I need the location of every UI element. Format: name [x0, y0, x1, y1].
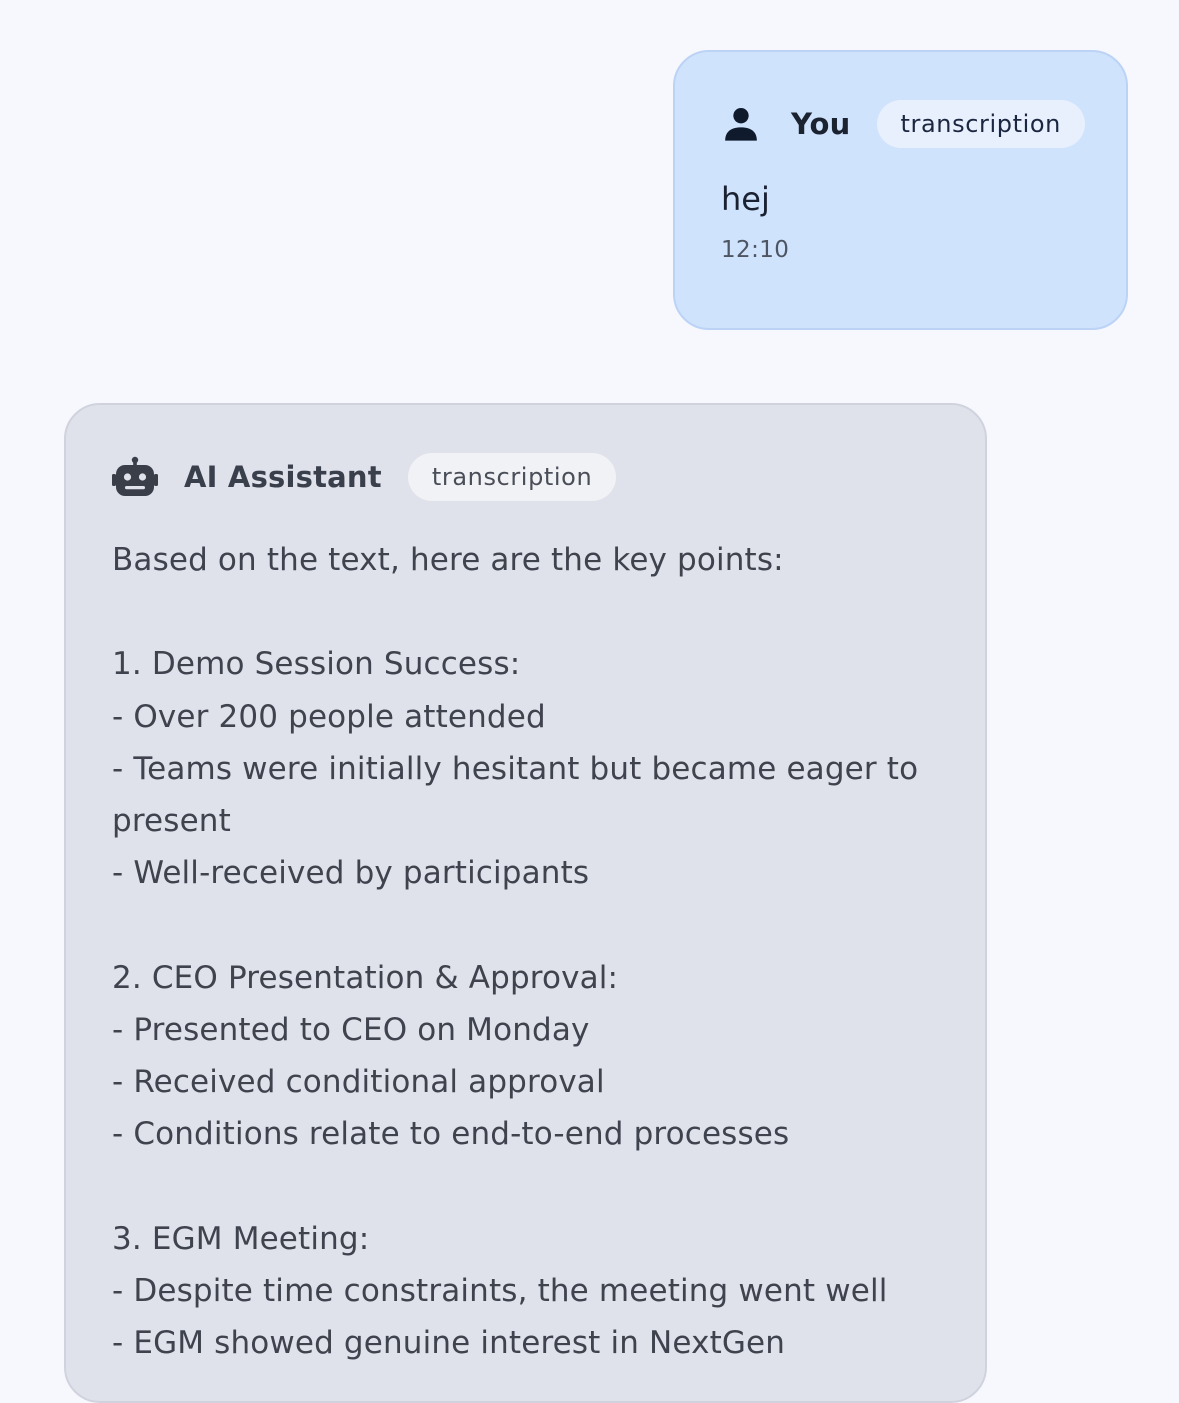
robot-icon — [112, 454, 158, 500]
user-message-bubble: You transcription hej 12:10 — [673, 50, 1128, 330]
person-icon — [721, 101, 761, 147]
assistant-message-text: Based on the text, here are the key poin… — [112, 542, 919, 1362]
user-message-header: You transcription — [721, 99, 1085, 149]
user-message-text: hej — [721, 180, 770, 218]
user-sender-name: You — [791, 107, 851, 141]
user-message-timestamp: 12:10 — [721, 237, 790, 263]
assistant-message-header: AI Assistant transcription — [112, 452, 939, 502]
assistant-sender-name: AI Assistant — [184, 460, 382, 494]
assistant-message-bubble: AI Assistant transcription Based on the … — [64, 403, 987, 1403]
assistant-source-badge: transcription — [407, 453, 617, 501]
user-source-badge: transcription — [876, 100, 1085, 148]
